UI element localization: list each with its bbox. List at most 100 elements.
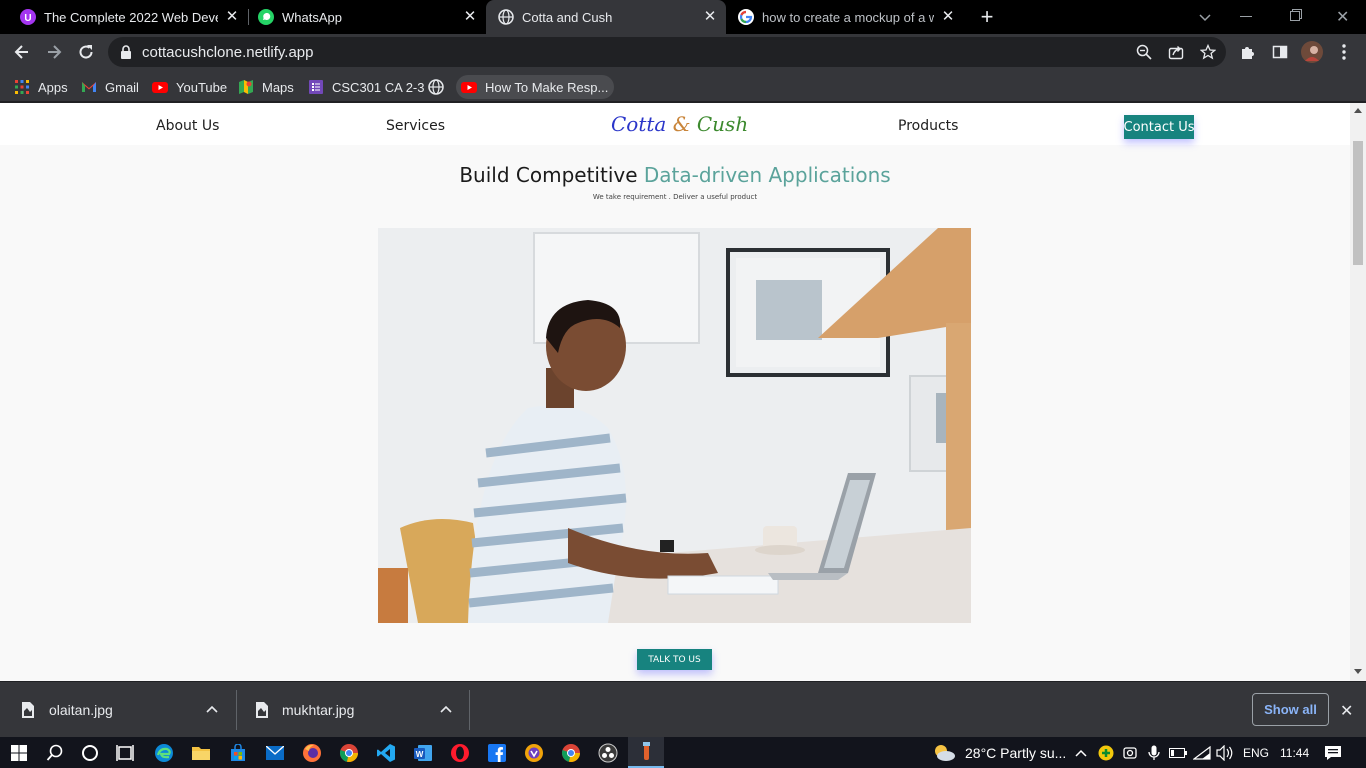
taskbar-file-explorer[interactable] [188, 740, 214, 766]
bookmark-how-to-make-responsive[interactable]: How To Make Resp... [456, 75, 615, 99]
kebab-menu-icon [1342, 44, 1346, 60]
taskbar-store[interactable] [225, 740, 251, 766]
star-icon [1200, 44, 1216, 60]
chevron-up-icon [440, 705, 452, 713]
taskbar-opera[interactable] [447, 740, 473, 766]
tab-google-search[interactable]: how to create a mockup of a web ✕ [726, 0, 964, 34]
close-tab-icon[interactable]: ✕ [462, 9, 478, 25]
taskbar-chrome[interactable] [336, 740, 362, 766]
talk-to-us-button[interactable]: TALK TO US [637, 649, 712, 670]
nav-about-us[interactable]: About Us [156, 118, 219, 134]
notification-icon[interactable] [1320, 740, 1346, 766]
logo-cush: Cush [696, 112, 749, 136]
taskbar-obs[interactable] [595, 740, 621, 766]
bookmark-youtube[interactable]: YouTube [152, 75, 227, 99]
logo-ampersand: & [672, 112, 691, 136]
task-view-button[interactable] [112, 740, 138, 766]
extensions-button[interactable] [1234, 38, 1262, 66]
bookmark-apps[interactable]: Apps [14, 75, 68, 99]
close-downloads-icon[interactable]: ✕ [1340, 701, 1353, 721]
taskbar-chrome-alt[interactable] [558, 740, 584, 766]
nav-products[interactable]: Products [898, 118, 958, 134]
taskbar-word[interactable]: W [410, 740, 436, 766]
close-tab-icon[interactable]: ✕ [940, 9, 956, 25]
tab-cotta-and-cush[interactable]: Cotta and Cush ✕ [486, 0, 726, 34]
download-item-olaitan[interactable]: olaitan.jpg [22, 682, 232, 738]
forward-button[interactable] [40, 38, 68, 66]
close-tab-icon[interactable]: ✕ [702, 9, 718, 25]
gmail-icon [82, 82, 96, 92]
search-icon [46, 744, 63, 761]
hero-title: Build Competitive Data-driven Applicatio… [0, 163, 1350, 187]
mail-icon [266, 746, 284, 760]
facebook-icon [488, 744, 506, 762]
contact-us-button[interactable]: Contact Us [1124, 115, 1195, 139]
lock-icon [121, 45, 131, 59]
tray-app-icon[interactable] [1093, 740, 1119, 766]
puzzle-icon [1242, 47, 1254, 59]
google-icon [738, 9, 754, 25]
battery-icon[interactable] [1165, 740, 1191, 766]
page-scrollbar[interactable] [1350, 103, 1366, 681]
start-button[interactable] [6, 740, 32, 766]
bookmark-gmail[interactable]: Gmail [81, 75, 139, 99]
side-panel-button[interactable] [1266, 38, 1294, 66]
profile-avatar[interactable] [1298, 38, 1326, 66]
download-item-mukhtar[interactable]: mukhtar.jpg [256, 682, 466, 738]
hero-subtitle: We take requirement . Deliver a useful p… [592, 193, 758, 201]
camera-icon[interactable] [1117, 740, 1143, 766]
youtube-icon [461, 82, 477, 93]
bookmark-csc301[interactable]: CSC301 CA 2-3 [308, 75, 425, 99]
bookmark-maps[interactable]: Maps [238, 75, 294, 99]
paint-icon [643, 741, 650, 760]
taskbar-active-app[interactable] [628, 737, 664, 768]
tab-whatsapp[interactable]: WhatsApp ✕ [238, 0, 486, 34]
restore-icon[interactable] [1290, 9, 1302, 21]
hero-image [378, 228, 971, 623]
scroll-down-icon [1354, 669, 1362, 674]
weather-icon[interactable] [931, 740, 957, 766]
url-text: cottacushclone.netlify.app [142, 44, 314, 61]
address-bar[interactable]: cottacushclone.netlify.app [108, 37, 1226, 67]
new-tab-button[interactable]: + [976, 6, 998, 28]
minimize-icon[interactable] [1240, 16, 1252, 17]
taskbar-mail[interactable] [262, 740, 288, 766]
taskbar-facebook[interactable] [484, 740, 510, 766]
search-button[interactable] [42, 740, 68, 766]
tab-udemy[interactable]: U The Complete 2022 Web Develop ✕ [0, 0, 248, 34]
back-button[interactable] [8, 38, 36, 66]
task-view-icon [116, 745, 134, 761]
chrome-icon [561, 744, 581, 763]
brave-icon [525, 744, 543, 762]
menu-button[interactable] [1330, 38, 1358, 66]
bookmark-label: YouTube [176, 79, 228, 95]
tab-title: Cotta and Cush [522, 9, 613, 25]
download-filename: olaitan.jpg [49, 702, 113, 718]
bookmark-label: How To Make Resp... [485, 79, 609, 95]
bookmark-label: CSC301 CA 2-3 [332, 79, 425, 95]
bookmark-globe[interactable] [428, 75, 452, 99]
show-all-button[interactable]: Show all [1252, 693, 1329, 726]
file-icon [256, 702, 268, 718]
taskbar-edge[interactable] [151, 740, 177, 766]
volume-icon[interactable] [1212, 740, 1238, 766]
taskbar-firefox[interactable] [299, 740, 325, 766]
hero-title-part1: Build Competitive [459, 163, 638, 187]
taskbar-vscode[interactable] [373, 740, 399, 766]
close-window-icon[interactable]: ✕ [1336, 7, 1350, 26]
arrow-right-icon [48, 45, 62, 59]
form-icon [309, 80, 323, 94]
cortana-button[interactable] [77, 740, 103, 766]
scroll-thumb[interactable] [1353, 141, 1363, 265]
microphone-icon[interactable] [1141, 740, 1167, 766]
show-hidden-icons-chevron-up-icon[interactable] [1068, 740, 1094, 766]
weather-text[interactable]: 28°C Partly su... [965, 745, 1066, 761]
tab-search-icon[interactable] [1196, 8, 1214, 26]
reload-button[interactable] [72, 38, 100, 66]
youtube-icon [152, 82, 168, 93]
clock[interactable]: 11:44 [1280, 746, 1309, 760]
site-logo[interactable]: Cotta & Cush [611, 112, 748, 136]
language-indicator[interactable]: ENG [1243, 746, 1269, 760]
nav-services[interactable]: Services [386, 118, 445, 134]
taskbar-brave[interactable] [521, 740, 547, 766]
